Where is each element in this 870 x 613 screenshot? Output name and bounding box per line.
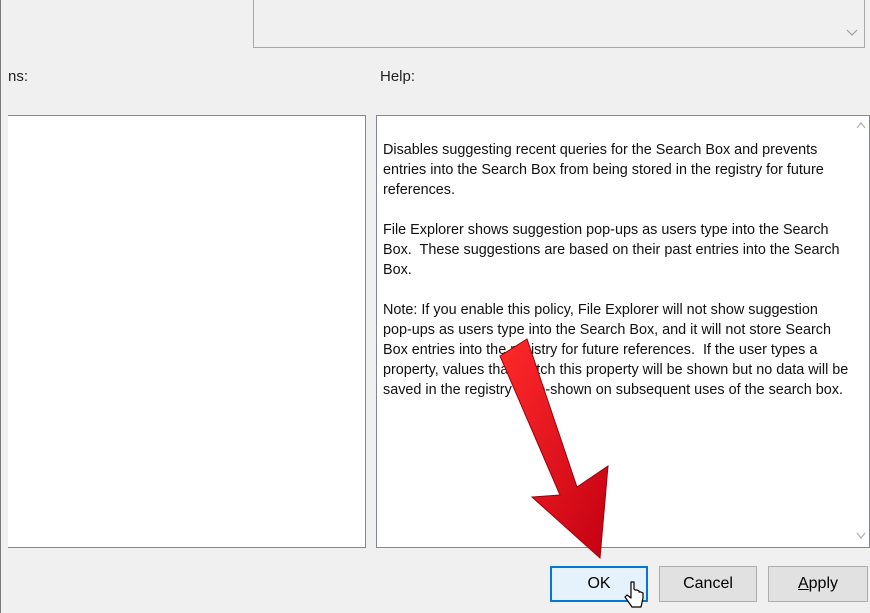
supported-on-box: [253, 0, 865, 48]
help-paragraph: Disables suggesting recent queries for t…: [383, 142, 828, 198]
scroll-up-icon[interactable]: [852, 118, 869, 135]
help-scrollbar[interactable]: [852, 116, 869, 547]
cancel-button[interactable]: Cancel: [659, 566, 757, 602]
chevron-down-icon[interactable]: [846, 26, 858, 36]
help-paragraph: File Explorer shows suggestion pop-ups a…: [383, 222, 844, 278]
help-panel[interactable]: Disables suggesting recent queries for t…: [376, 115, 870, 548]
help-label: Help:: [380, 68, 416, 85]
window-left-border: [0, 0, 1, 613]
options-panel: [8, 115, 366, 548]
help-text: Disables suggesting recent queries for t…: [383, 140, 849, 420]
apply-button[interactable]: Apply: [768, 566, 868, 602]
apply-label-rest: pply: [808, 575, 839, 592]
scroll-down-icon[interactable]: [852, 528, 869, 545]
options-label: ns:: [8, 68, 29, 85]
apply-accelerator: A: [797, 575, 809, 592]
help-paragraph: Note: If you enable this policy, File Ex…: [383, 302, 853, 398]
mouse-pointer-icon: [624, 581, 644, 608]
